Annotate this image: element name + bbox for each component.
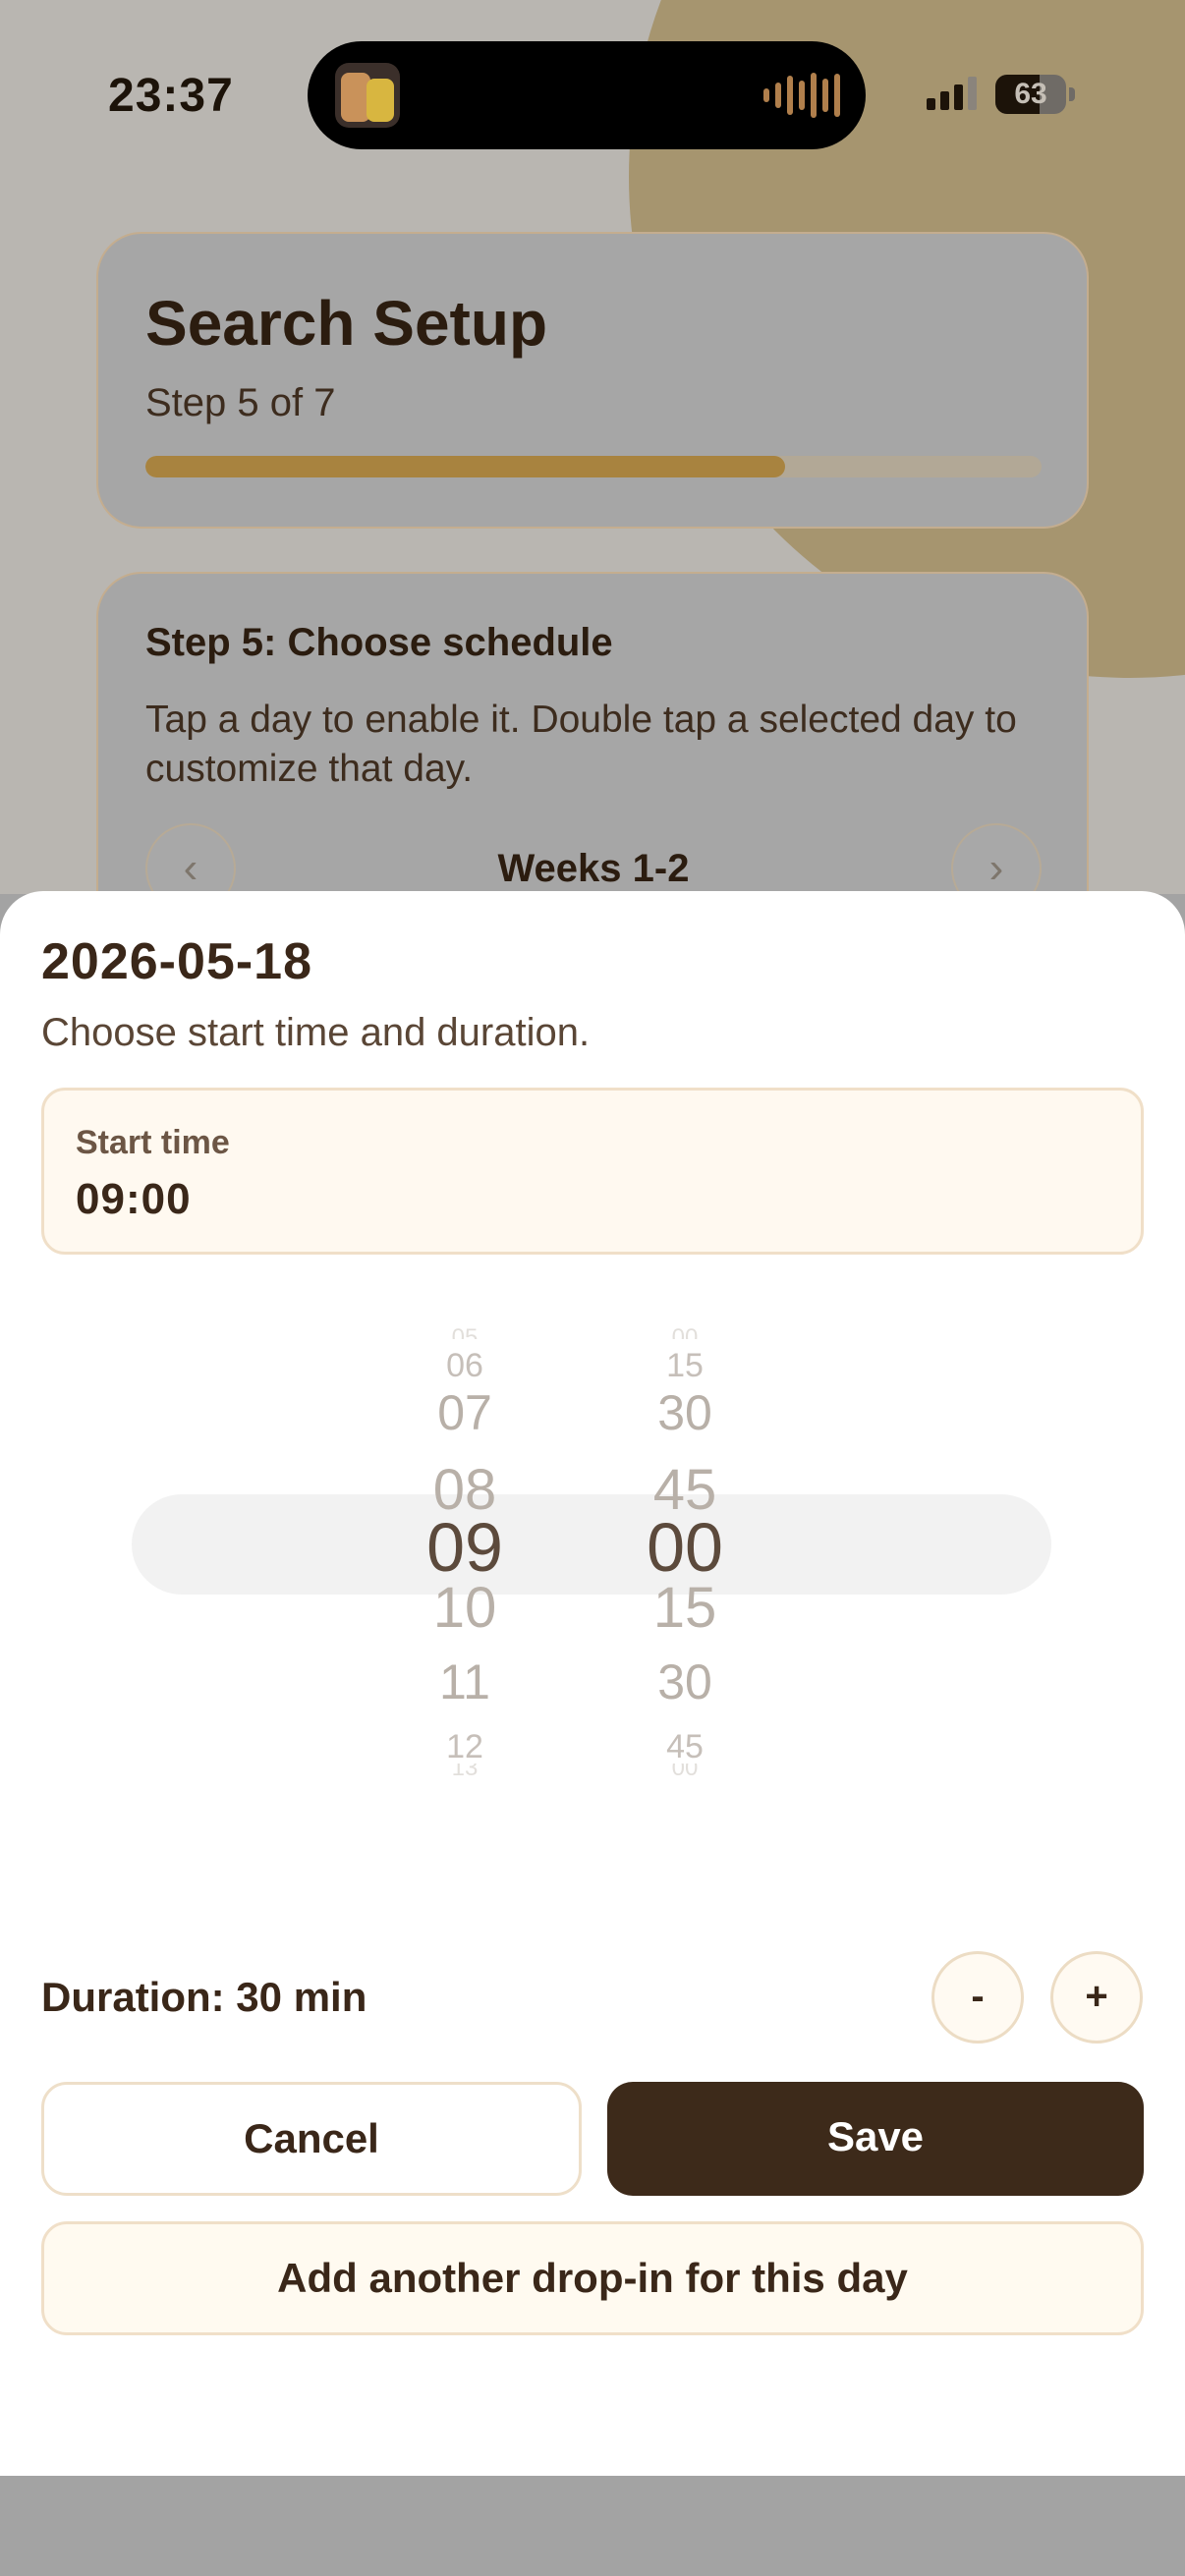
start-time-label: Start time xyxy=(76,1124,230,1161)
step-heading: Step 5: Choose schedule xyxy=(145,621,613,664)
battery-tip xyxy=(1069,87,1075,101)
progress-bar-fill xyxy=(145,456,786,477)
duration-label: Duration: 30 min xyxy=(41,1974,367,2020)
minute-option[interactable]: 00 xyxy=(587,1325,783,1339)
sheet-subtitle: Choose start time and duration. xyxy=(41,1011,591,1054)
hour-option[interactable]: 05 xyxy=(367,1325,563,1339)
hour-option[interactable]: 07 xyxy=(367,1384,563,1441)
hour-option[interactable]: 11 xyxy=(367,1653,563,1710)
start-time-value: 09:00 xyxy=(76,1175,192,1223)
week-navigator: ‹ Weeks 1-2 › xyxy=(145,823,1042,894)
bottom-dim-area xyxy=(0,2476,1185,2576)
status-time: 23:37 xyxy=(108,70,234,122)
decrease-duration-button[interactable]: - xyxy=(931,1951,1024,2044)
battery-icon: 63 xyxy=(995,75,1066,114)
week-label: Weeks 1-2 xyxy=(497,847,690,890)
increase-duration-button[interactable]: + xyxy=(1050,1951,1143,2044)
progress-bar xyxy=(145,456,1042,477)
next-week-button[interactable]: › xyxy=(951,823,1042,894)
step-description: Tap a day to enable it. Double tap a sel… xyxy=(145,699,1017,790)
step-counter: Step 5 of 7 xyxy=(145,381,336,424)
now-playing-artwork xyxy=(335,63,400,128)
minute-option[interactable]: 15 xyxy=(587,1347,783,1385)
hour-option[interactable]: 10 xyxy=(367,1575,563,1641)
start-time-field[interactable]: Start time 09:00 xyxy=(41,1088,1144,1255)
cellular-signal-icon xyxy=(927,77,977,110)
sheet-date: 2026-05-18 xyxy=(41,933,312,990)
status-bar: 23:37 63 xyxy=(0,0,1185,187)
minute-option[interactable]: 15 xyxy=(587,1575,783,1641)
time-picker[interactable]: 05 06 07 08 09 10 11 12 13 00 15 30 45 0… xyxy=(0,1323,1185,1785)
minute-option[interactable]: 00 xyxy=(587,1764,783,1777)
battery-percentage: 63 xyxy=(1014,78,1047,110)
background-page: 23:37 63 Search Setup Step 5 of 7 Step 5… xyxy=(0,0,1185,894)
page-title: Search Setup xyxy=(145,288,548,359)
hour-wheel[interactable]: 05 06 07 08 09 10 11 12 13 xyxy=(367,1323,563,1785)
minute-option[interactable]: 30 xyxy=(587,1653,783,1710)
audio-waveform-icon xyxy=(763,73,840,118)
minute-option[interactable]: 30 xyxy=(587,1384,783,1441)
cancel-button[interactable]: Cancel xyxy=(41,2082,582,2196)
day-schedule-sheet: 2026-05-18 Choose start time and duratio… xyxy=(0,891,1185,2476)
minute-wheel[interactable]: 00 15 30 45 00 15 30 45 00 xyxy=(587,1323,783,1785)
hour-option[interactable]: 12 xyxy=(367,1728,563,1766)
hour-option[interactable]: 13 xyxy=(367,1764,563,1777)
chevron-right-icon: › xyxy=(988,844,1004,892)
setup-card: Search Setup Step 5 of 7 xyxy=(96,232,1089,529)
add-dropin-button[interactable]: Add another drop-in for this day xyxy=(41,2221,1144,2335)
minute-option[interactable]: 45 xyxy=(587,1728,783,1766)
schedule-card: Step 5: Choose schedule Tap a day to ena… xyxy=(96,572,1089,894)
dynamic-island[interactable] xyxy=(308,41,866,149)
hour-option[interactable]: 06 xyxy=(367,1347,563,1385)
save-button[interactable]: Save xyxy=(607,2082,1144,2196)
